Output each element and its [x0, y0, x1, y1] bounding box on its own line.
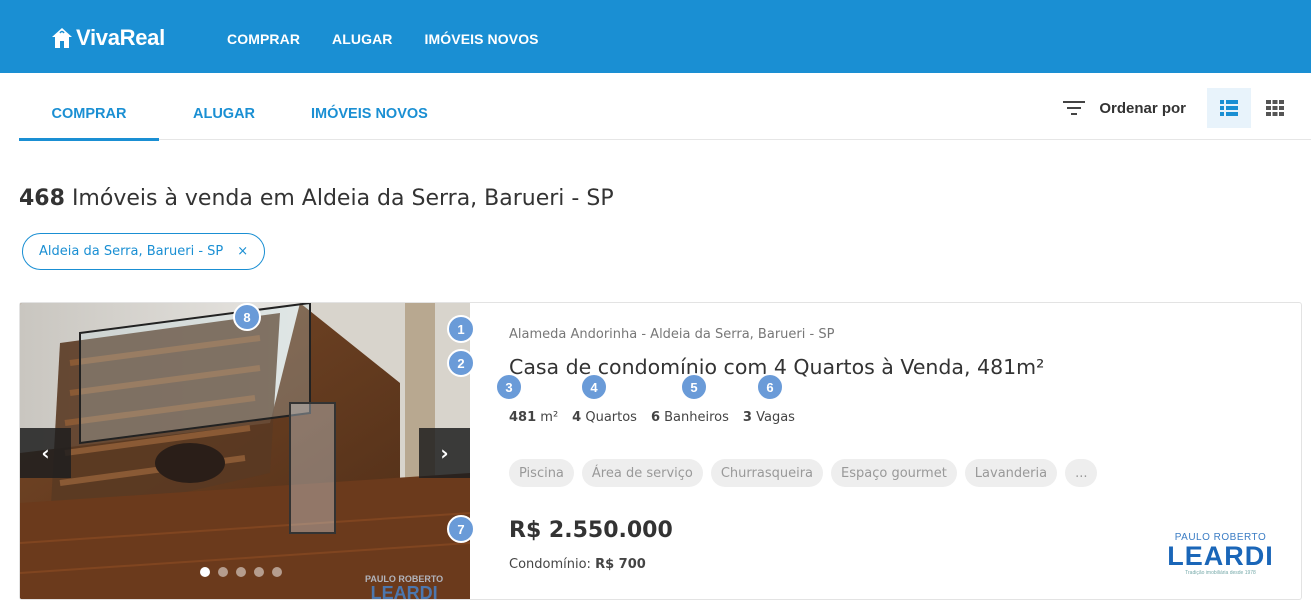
tab-imoveis-novos[interactable]: IMÓVEIS NOVOS — [289, 88, 428, 140]
top-nav-imoveis-novos[interactable]: IMÓVEIS NOVOS — [425, 31, 539, 47]
listing-photo[interactable]: ‹ › PAULO ROBERTO LEARDI — [20, 303, 470, 600]
sort-filter-icon — [1063, 101, 1086, 115]
sort-label: Ordenar por — [1099, 99, 1186, 117]
marker-7: 7 — [447, 515, 475, 543]
advertiser-line2: LEARDI — [1167, 541, 1274, 571]
marker-2: 2 — [447, 349, 475, 377]
tab-alugar[interactable]: ALUGAR — [159, 88, 289, 140]
condo-fee: Condomínio: R$ 700 — [509, 557, 646, 572]
amenity-more-button[interactable]: ... — [1065, 459, 1098, 487]
logo-text: VivaReal — [76, 25, 165, 50]
house-logo-icon — [52, 28, 72, 48]
grid-view-icon — [1266, 100, 1284, 116]
tab-list: COMPRAR ALUGAR IMÓVEIS NOVOS — [19, 88, 428, 141]
grid-view-button[interactable] — [1253, 88, 1297, 128]
listing-address[interactable]: Alameda Andorinha - Aldeia da Serra, Bar… — [509, 327, 834, 342]
top-nav-alugar[interactable]: ALUGAR — [332, 31, 392, 47]
marker-8: 8 — [233, 303, 261, 331]
condo-value: R$ 700 — [595, 557, 646, 572]
feature-parking-value: 3 — [742, 410, 752, 425]
chip-remove-icon[interactable]: × — [237, 244, 248, 259]
photo-prev-button[interactable]: ‹ — [20, 428, 71, 478]
list-view-button[interactable] — [1207, 88, 1251, 128]
photo-dot[interactable] — [272, 567, 282, 577]
vivareal-logo[interactable]: VivaReal — [51, 25, 165, 51]
photo-dot[interactable] — [254, 567, 264, 577]
results-count: 468 — [19, 186, 65, 211]
photo-pagination — [200, 567, 282, 577]
feature-area-value: 481 — [509, 410, 537, 425]
marker-1: 1 — [447, 315, 475, 343]
watermark-line2: LEARDI — [370, 583, 438, 600]
staircase-photo-image — [20, 303, 470, 599]
sort-button[interactable]: Ordenar por — [1063, 88, 1186, 128]
photo-dot[interactable] — [200, 567, 210, 577]
amenity-pill: Área de serviço — [581, 459, 703, 487]
marker-3: 3 — [495, 373, 523, 401]
condo-label: Condomínio: — [509, 557, 591, 572]
feature-area: 481 m² — [509, 410, 558, 425]
chevron-left-icon: ‹ — [41, 441, 50, 465]
sub-navigation: COMPRAR ALUGAR IMÓVEIS NOVOS Ordenar por — [19, 88, 1311, 141]
top-nav: COMPRAR ALUGAR IMÓVEIS NOVOS — [227, 31, 539, 47]
listing-price: R$ 2.550.000 — [509, 518, 673, 543]
listing-features: 481 m² 4 Quartos 6 Banheiros 3 Vagas — [509, 410, 795, 425]
feature-parking: 3 Vagas — [743, 410, 795, 425]
advertiser-logo[interactable]: PAULO ROBERTO LEARDI Tradição imobiliári… — [1153, 532, 1288, 576]
listing-card[interactable]: ‹ › PAULO ROBERTO LEARDI Alameda Andorin… — [19, 302, 1302, 600]
list-view-icon — [1220, 100, 1238, 116]
amenity-pill: Churrasqueira — [710, 459, 824, 487]
location-filter-chip[interactable]: Aldeia da Serra, Barueri - SP × — [22, 233, 266, 270]
top-header: VivaReal COMPRAR ALUGAR IMÓVEIS NOVOS — [0, 0, 1311, 73]
photo-dot[interactable] — [218, 567, 228, 577]
marker-5: 5 — [680, 373, 708, 401]
feature-baths-unit: Banheiros — [664, 410, 729, 425]
photo-watermark: PAULO ROBERTO LEARDI — [365, 575, 443, 600]
top-nav-comprar[interactable]: COMPRAR — [227, 31, 300, 47]
photo-dot[interactable] — [236, 567, 246, 577]
feature-baths-value: 6 — [650, 410, 660, 425]
results-title: Imóveis à venda em Aldeia da Serra, Baru… — [71, 186, 614, 211]
amenity-pill: Lavanderia — [964, 459, 1058, 487]
tab-comprar[interactable]: COMPRAR — [19, 88, 159, 141]
photo-next-button[interactable]: › — [419, 428, 470, 478]
feature-parking-unit: Vagas — [756, 410, 795, 425]
amenity-pill: Espaço gourmet — [831, 459, 957, 487]
chevron-right-icon: › — [440, 441, 449, 465]
results-heading: 468 Imóveis à venda em Aldeia da Serra, … — [19, 186, 614, 211]
feature-baths: 6 Banheiros — [651, 410, 729, 425]
feature-area-unit: m² — [540, 410, 559, 425]
amenity-pill: Piscina — [509, 459, 574, 487]
marker-4: 4 — [580, 373, 608, 401]
amenity-list: Piscina Área de serviço Churrasqueira Es… — [509, 459, 1098, 487]
marker-6: 6 — [756, 373, 784, 401]
chip-label: Aldeia da Serra, Barueri - SP — [39, 244, 224, 259]
feature-rooms: 4 Quartos — [572, 410, 637, 425]
feature-rooms-unit: Quartos — [585, 410, 637, 425]
feature-rooms-value: 4 — [572, 410, 582, 425]
